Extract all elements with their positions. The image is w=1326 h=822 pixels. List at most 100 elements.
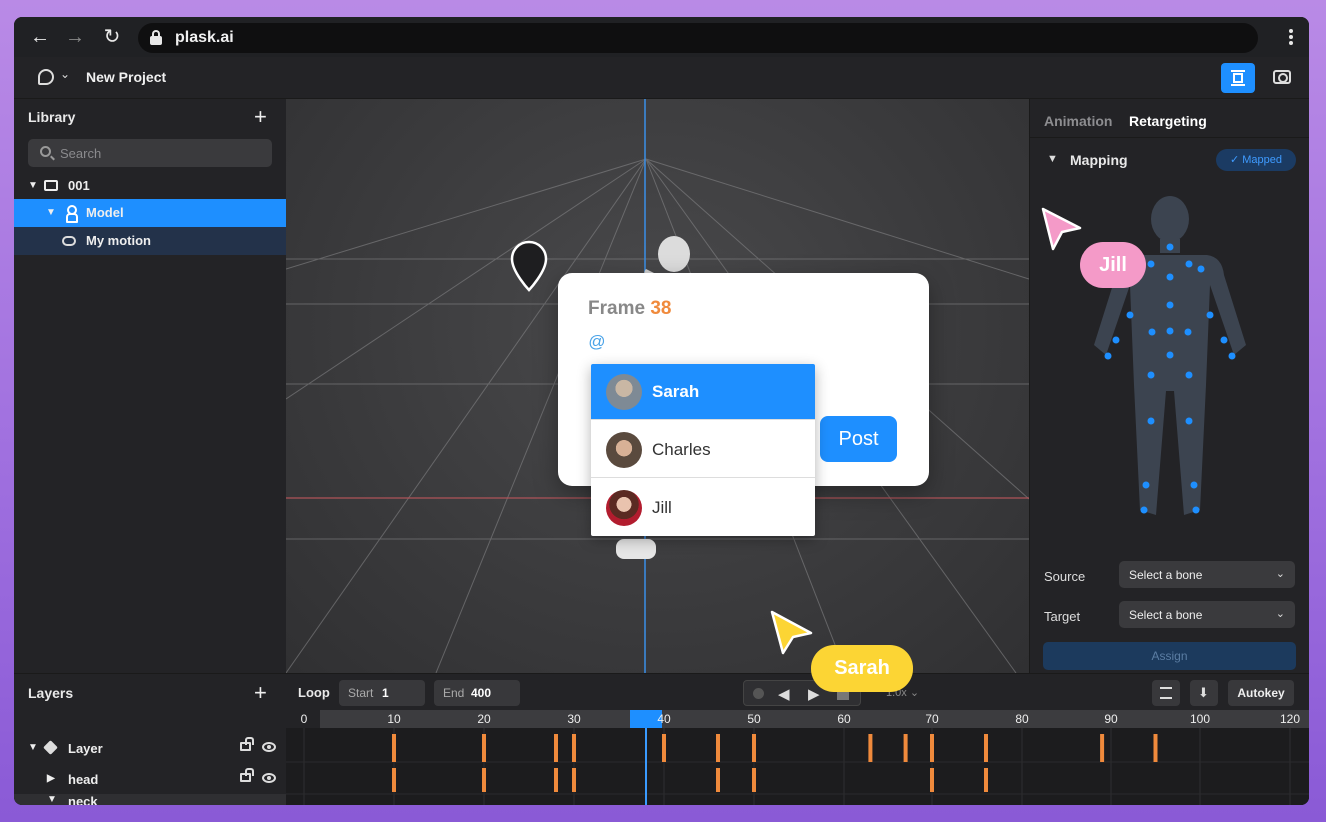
mention-option-charles[interactable]: Charles (591, 422, 815, 478)
ruler-tick-label: 50 (747, 712, 761, 726)
library-panel: Library + Search ▼ 001 ▼ Model My motion (14, 99, 286, 673)
mention-option-jill[interactable]: Jill (591, 480, 815, 536)
autokey-button[interactable]: Autokey (1228, 680, 1294, 706)
jill-cursor-tag: Jill (1080, 242, 1146, 288)
chevron-down-icon[interactable]: ▼ (1047, 153, 1058, 165)
keyframe[interactable] (662, 734, 666, 762)
caret-down-icon[interactable]: ▼ (28, 180, 38, 191)
lock-icon[interactable] (240, 768, 254, 782)
ruler-tick-label: 120 (1279, 712, 1301, 726)
keyframe[interactable] (554, 734, 558, 762)
tab-retargeting[interactable]: Retargeting (1129, 113, 1207, 129)
eye-icon[interactable] (262, 773, 276, 783)
tree-item-motion[interactable]: My motion (14, 227, 286, 255)
fit-timeline-button[interactable] (1152, 680, 1180, 706)
caret-down-icon[interactable]: ▼ (47, 794, 57, 805)
ruler-tick-label: 40 (657, 712, 671, 726)
keyframe[interactable] (1153, 734, 1158, 762)
end-field[interactable]: End 400 (434, 680, 520, 706)
chevron-down-icon[interactable]: ⌄ (60, 67, 70, 81)
timeline-ruler[interactable]: 0 10 20 30 40 50 60 70 80 90 100 120 (286, 710, 1309, 728)
cube-icon (43, 740, 58, 755)
post-button[interactable]: Post (820, 416, 897, 462)
mapped-label: Mapped (1242, 154, 1283, 166)
caret-down-icon[interactable]: ▼ (28, 742, 38, 753)
add-layer-icon[interactable]: + (254, 682, 267, 704)
jill-cursor-icon (1041, 207, 1082, 251)
layer-label: head (68, 772, 99, 787)
frame-text: Frame (588, 298, 646, 319)
add-icon[interactable]: + (254, 106, 267, 128)
ruler-tick-label: 60 (837, 712, 851, 726)
record-icon[interactable] (753, 688, 764, 699)
motion-icon (62, 236, 76, 246)
start-field[interactable]: Start 1 (339, 680, 425, 706)
lock-icon (150, 30, 162, 45)
ruler-tick-label: 90 (1104, 712, 1118, 726)
tab-animation[interactable]: Animation (1044, 113, 1112, 129)
keyframe[interactable] (392, 734, 396, 762)
url-text: plask.ai (175, 29, 234, 46)
address-bar[interactable]: plask.ai (138, 23, 1258, 53)
tree-item-label: Model (86, 205, 124, 220)
project-title[interactable]: New Project (86, 69, 166, 85)
tree-item-model[interactable]: ▼ Model (14, 199, 286, 227)
retarget-view-button[interactable] (1221, 63, 1255, 93)
person-icon (66, 205, 78, 223)
caret-down-icon[interactable]: ▼ (46, 207, 56, 218)
browser-menu-icon[interactable] (1289, 29, 1293, 45)
camera-icon[interactable] (1273, 70, 1291, 84)
layer-row[interactable]: ▼ Layer (14, 734, 286, 762)
keyframe[interactable] (572, 734, 576, 762)
eye-icon[interactable] (262, 742, 276, 752)
timeline-panel: Loop Start 1 End 400 ◀ ▶ 1.0x ⌄ ⬇ Autoke… (286, 673, 1309, 805)
mention-option-sarah[interactable]: Sarah (591, 364, 815, 420)
keyframe-tracks[interactable] (286, 728, 1309, 805)
sarah-cursor-icon (770, 610, 813, 655)
keyframe[interactable] (752, 768, 756, 792)
keyframe[interactable] (903, 734, 908, 762)
end-value: 400 (471, 686, 492, 700)
layer-row[interactable]: ▼ neck (14, 794, 286, 805)
frame-number: 38 (650, 298, 672, 319)
comment-input[interactable]: @ (588, 332, 605, 352)
keyframe[interactable] (482, 768, 486, 792)
keyframe[interactable] (716, 734, 720, 762)
play-icon[interactable]: ▶ (808, 685, 820, 703)
source-select[interactable]: Select a bone ⌄ (1119, 561, 1295, 588)
lock-icon[interactable] (240, 737, 254, 751)
loop-label: Loop (298, 685, 330, 700)
layer-row[interactable]: ▶ head (14, 765, 286, 793)
keyframe[interactable] (554, 768, 558, 792)
keyframe[interactable] (752, 734, 756, 762)
chevron-down-icon: ⌄ (1275, 608, 1285, 620)
chevron-down-icon: ⌄ (1275, 568, 1285, 580)
keyframe[interactable] (930, 734, 934, 762)
keyframe[interactable] (868, 734, 873, 762)
keyframe[interactable] (392, 768, 396, 792)
assign-button[interactable]: Assign (1043, 642, 1296, 670)
filter-keys-button[interactable]: ⬇ (1190, 680, 1218, 706)
forward-arrow-icon[interactable]: → (63, 25, 87, 49)
keyframe[interactable] (482, 734, 486, 762)
keyframe[interactable] (930, 768, 934, 792)
caret-right-icon[interactable]: ▶ (47, 773, 55, 784)
keyframe[interactable] (716, 768, 720, 792)
tree-item-folder[interactable]: ▼ 001 (14, 172, 286, 200)
keyframe-canvas[interactable] (286, 728, 1309, 805)
app-header: ⌄ New Project (14, 57, 1309, 99)
library-search-input[interactable]: Search (28, 139, 272, 167)
search-icon (40, 146, 51, 157)
keyframe[interactable] (984, 734, 988, 762)
comment-pin-icon[interactable] (510, 240, 548, 294)
mapping-title: Mapping (1070, 152, 1128, 168)
play-reverse-icon[interactable]: ◀ (778, 685, 790, 703)
target-select[interactable]: Select a bone ⌄ (1119, 601, 1295, 628)
reload-icon[interactable]: ↻ (100, 25, 124, 49)
keyframe[interactable] (984, 768, 988, 792)
ruler-tick-label: 30 (567, 712, 581, 726)
keyframe[interactable] (572, 768, 576, 792)
back-arrow-icon[interactable]: ← (28, 25, 52, 49)
plask-logo-icon[interactable] (38, 69, 54, 85)
keyframe[interactable] (1100, 734, 1105, 762)
